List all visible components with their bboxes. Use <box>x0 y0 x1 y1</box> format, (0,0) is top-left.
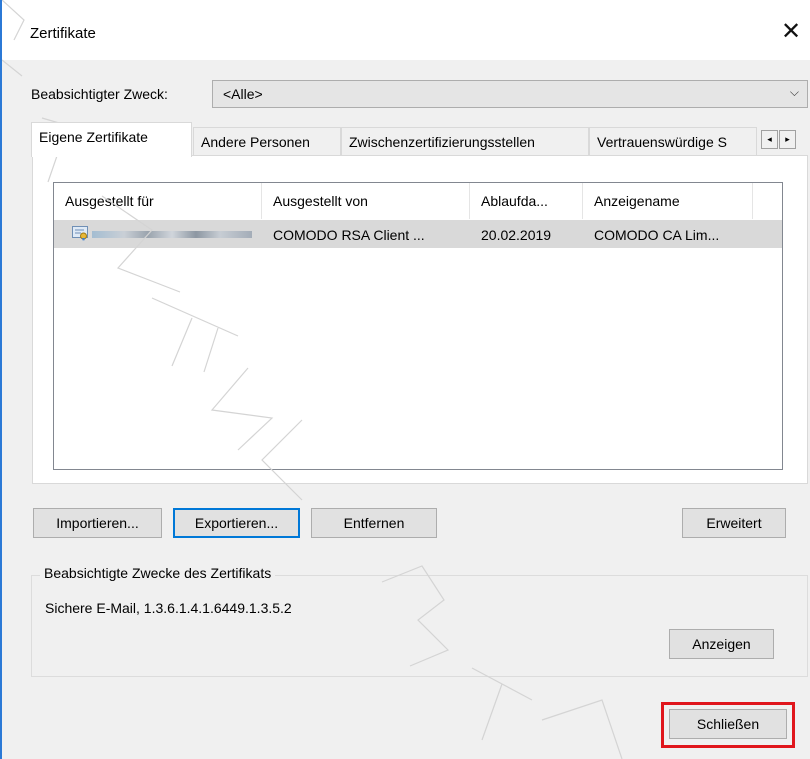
scroll-left-icon[interactable]: ◂ <box>761 130 778 149</box>
scroll-right-icon[interactable]: ▸ <box>779 130 796 149</box>
issued-to-redacted <box>92 231 252 238</box>
import-button[interactable]: Importieren... <box>33 508 162 538</box>
intended-purpose-dropdown[interactable]: <Alle> ⌵ <box>212 80 808 108</box>
expiration-cell: 20.02.2019 <box>481 227 552 243</box>
tab-strip: Eigene Zertifikate Andere Personen Zwisc… <box>31 122 810 157</box>
table-row[interactable]: COMODO RSA Client ... 20.02.2019 COMODO … <box>54 220 782 248</box>
intended-purpose-label: Beabsichtigter Zweck: <box>31 86 168 102</box>
intended-purpose-value: <Alle> <box>223 86 263 102</box>
export-button[interactable]: Exportieren... <box>173 508 300 538</box>
column-expiration[interactable]: Ablaufda... <box>470 183 583 219</box>
certificate-purposes-text: Sichere E-Mail, 1.3.6.1.4.1.6449.1.3.5.2 <box>45 600 292 616</box>
certificate-icon <box>72 226 88 241</box>
certificate-purposes-title: Beabsichtigte Zwecke des Zertifikats <box>40 565 276 581</box>
friendly-name-cell: COMODO CA Lim... <box>594 227 720 243</box>
tab-other-people[interactable]: Andere Personen <box>193 127 341 156</box>
tab-trusted-root[interactable]: Vertrauenswürdige S <box>589 127 757 156</box>
view-button[interactable]: Anzeigen <box>669 629 774 659</box>
tab-intermediate-cas[interactable]: Zwischenzertifizierungsstellen <box>341 127 589 156</box>
tab-own-certificates[interactable]: Eigene Zertifikate <box>31 122 192 157</box>
column-issued-to[interactable]: Ausgestellt für <box>54 183 262 219</box>
issued-by-cell: COMODO RSA Client ... <box>273 227 425 243</box>
window-title: Zertifikate <box>30 25 96 42</box>
tab-panel: Ausgestellt für Ausgestellt von Ablaufda… <box>32 155 808 484</box>
advanced-button[interactable]: Erweitert <box>682 508 786 538</box>
close-icon[interactable]: ✕ <box>776 17 806 47</box>
certificates-dialog: Zertifikate ✕ Beabsichtigter Zweck: <All… <box>0 0 810 759</box>
remove-button[interactable]: Entfernen <box>311 508 437 538</box>
title-bar: Zertifikate ✕ <box>2 0 810 60</box>
dropdown-arrow-icon: ⌵ <box>789 85 799 99</box>
column-friendly-name[interactable]: Anzeigename <box>583 183 753 219</box>
certificate-list[interactable]: Ausgestellt für Ausgestellt von Ablaufda… <box>53 182 783 470</box>
list-header: Ausgestellt für Ausgestellt von Ablaufda… <box>54 183 782 219</box>
column-issued-by[interactable]: Ausgestellt von <box>262 183 470 219</box>
certificate-purposes-group: Beabsichtigte Zwecke des Zertifikats Sic… <box>31 565 808 677</box>
close-button[interactable]: Schließen <box>669 709 787 739</box>
